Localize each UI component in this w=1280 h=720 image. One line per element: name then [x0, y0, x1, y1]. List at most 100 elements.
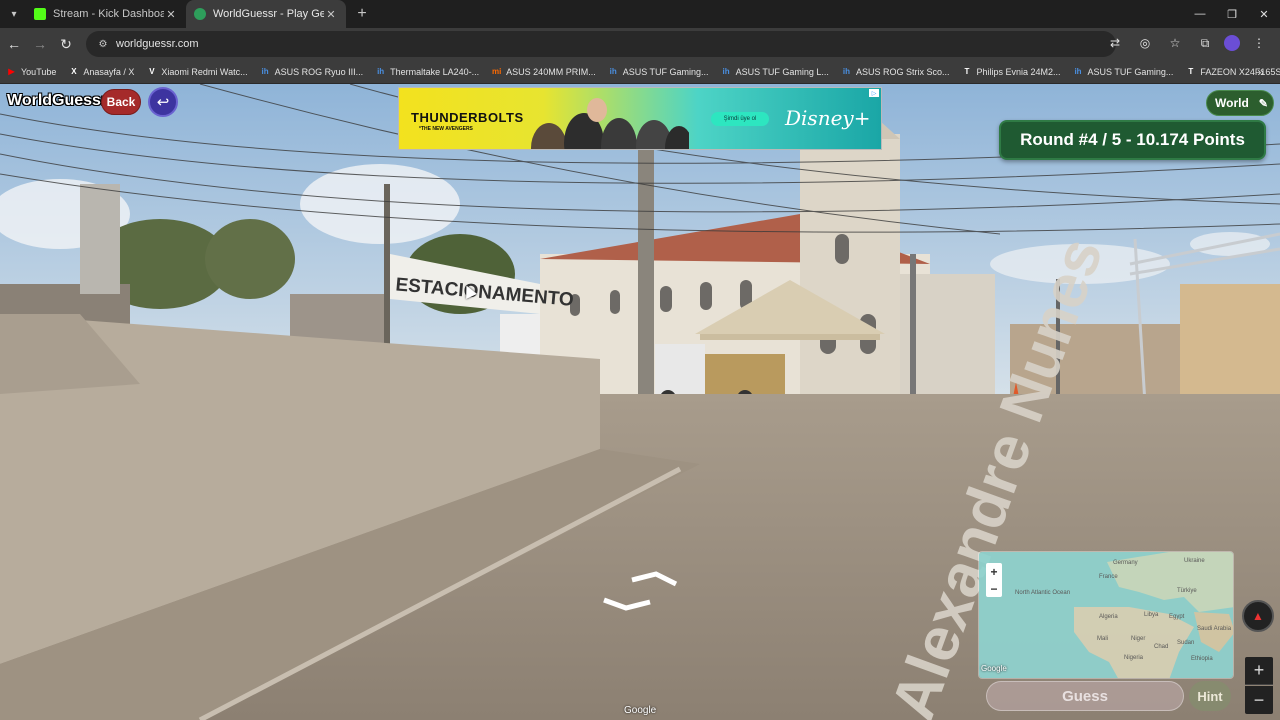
t-icon: T: [1188, 67, 1194, 76]
translate-icon[interactable]: ⇄: [1104, 32, 1126, 54]
map-label-libya: Libya: [1144, 612, 1159, 618]
bookmark-item[interactable]: T FAZEON X24F165S...: [1185, 66, 1280, 77]
map-label-nigeria: Nigeria: [1124, 655, 1144, 661]
x-icon: X: [71, 67, 77, 76]
bookmark-item[interactable]: ih ASUS TUF Gaming...: [1073, 66, 1174, 77]
map-label-sudan: Sudan: [1177, 640, 1195, 646]
zoom-out-icon[interactable]: −: [1245, 686, 1273, 714]
tab-close-icon[interactable]: ✕: [324, 8, 338, 21]
window-controls: — ❐ ✕: [1184, 0, 1280, 28]
map-label-turkiye: Türkiye: [1177, 588, 1197, 594]
bookmark-label: ASUS TUF Gaming L...: [735, 66, 829, 77]
bookmark-label: ASUS ROG Strix Sco...: [855, 66, 950, 77]
ad-subtitle: *THE NEW AVENGERS: [419, 126, 473, 132]
map-label-niger: Niger: [1131, 636, 1146, 642]
toolbar-actions: ⇄ ◎ ☆ ⧉ ⋮: [1104, 32, 1270, 54]
bookmark-label: ASUS 240MM PRIM...: [506, 66, 596, 77]
bookmark-label: ASUS ROG Ryuo III...: [274, 66, 364, 77]
map-mode-label: World: [1215, 96, 1249, 110]
ih-icon: ih: [1074, 67, 1082, 76]
youtube-icon: ▶: [8, 67, 15, 76]
bookmark-item[interactable]: ▶ YouTube: [6, 66, 56, 77]
bookmark-item[interactable]: V Xiaomi Redmi Watc...: [146, 66, 247, 77]
bookmark-item[interactable]: ih ASUS ROG Strix Sco...: [841, 66, 950, 77]
bookmark-label: Anasayfa / X: [83, 66, 135, 77]
bookmark-label: Thermaltake LA240-...: [390, 66, 480, 77]
ih-icon: ih: [261, 67, 269, 76]
star-icon[interactable]: ☆: [1164, 32, 1186, 54]
worldguessr-logo: WorldGuessr: [7, 92, 108, 109]
ih-icon: ih: [842, 67, 850, 76]
ih-icon: ih: [722, 67, 730, 76]
tab-strip: ▾ Stream - Kick Dashboard ✕ WorldGuessr …: [0, 0, 1280, 28]
site-info-icon[interactable]: ⚙: [96, 37, 110, 51]
mi-icon: mi: [492, 67, 502, 76]
bookmark-item[interactable]: ih Thermaltake LA240-...: [375, 66, 479, 77]
map-label-ocean: North Atlantic Ocean: [1015, 590, 1071, 596]
disney-plus-logo: Disney+: [785, 106, 871, 130]
adchoices-icon[interactable]: ▷: [869, 89, 879, 97]
tab-title: Stream - Kick Dashboard: [53, 8, 164, 20]
minimap-attribution: Google: [981, 664, 1007, 673]
bookmark-label: FAZEON X24F165S...: [1200, 66, 1280, 77]
minimap-zoom-in-icon[interactable]: +: [990, 565, 997, 579]
bookmarks-overflow-icon[interactable]: »: [1257, 65, 1264, 79]
ad-title: THUNDERBOLTS: [411, 110, 524, 125]
bookmark-label: Philips Evnia 24M2...: [976, 66, 1061, 77]
back-arrow-icon[interactable]: ←: [2, 32, 26, 56]
ad-cta-button[interactable]: Şimdi üye ol: [711, 112, 769, 126]
eye-off-icon[interactable]: ◎: [1134, 32, 1156, 54]
restore-icon[interactable]: ❐: [1216, 0, 1248, 28]
address-bar[interactable]: ⚙ worldguessr.com: [86, 31, 1116, 57]
compass-icon[interactable]: ▲: [1242, 600, 1274, 632]
map-label-germany: Germany: [1113, 560, 1138, 566]
url-text: worldguessr.com: [116, 38, 199, 50]
map-mode-button[interactable]: World ✎: [1206, 90, 1274, 116]
extensions-icon[interactable]: ⧉: [1194, 32, 1216, 54]
map-label-saudi-arabia: Saudi Arabia: [1197, 626, 1232, 632]
new-tab-icon[interactable]: +: [350, 5, 374, 23]
hint-button[interactable]: Hint: [1189, 681, 1231, 711]
kick-favicon-icon: [34, 8, 46, 20]
forward-arrow-icon[interactable]: →: [28, 32, 52, 56]
map-label-ethiopia: Ethiopia: [1191, 656, 1213, 662]
minimize-icon[interactable]: —: [1184, 0, 1216, 28]
bookmarks-bar: ▶ YouTube X Anasayfa / X V Xiaomi Redmi Watc.…: [0, 60, 1280, 84]
advertisement-banner[interactable]: THUNDERBOLTS *THE NEW AVENGERS Şimdi üye…: [398, 87, 882, 150]
ad-characters-image: [531, 98, 689, 149]
map-label-france: France: [1099, 574, 1118, 580]
minimap-zoom-out-icon[interactable]: −: [990, 582, 997, 596]
bookmark-item[interactable]: ih ASUS ROG Ryuo III...: [260, 66, 364, 77]
tab-worldguessr[interactable]: WorldGuessr - Play Geoguessr ✕: [186, 0, 346, 28]
v-icon: V: [149, 67, 155, 76]
tab-title: WorldGuessr - Play Geoguessr: [213, 8, 324, 20]
bookmark-label: ASUS TUF Gaming...: [1087, 66, 1174, 77]
map-label-ukraine: Ukraine: [1184, 558, 1205, 564]
bookmark-item[interactable]: X Anasayfa / X: [68, 66, 134, 77]
street-view[interactable]: ESTACIONAMENTO Alexandre Nunes WorldGues…: [0, 84, 1280, 720]
back-button[interactable]: Back: [101, 89, 141, 115]
bookmark-item[interactable]: ih ASUS TUF Gaming...: [608, 66, 709, 77]
menu-icon[interactable]: ⋮: [1248, 32, 1270, 54]
ih-icon: ih: [377, 67, 385, 76]
bookmark-label: Xiaomi Redmi Watc...: [161, 66, 248, 77]
minimap-zoom-control: + −: [986, 563, 1002, 597]
bookmark-label: YouTube: [21, 66, 57, 77]
reload-icon[interactable]: ↻: [54, 32, 78, 56]
zoom-in-icon[interactable]: +: [1245, 657, 1273, 685]
bookmark-item[interactable]: T Philips Evnia 24M2...: [961, 66, 1061, 77]
avatar[interactable]: [1224, 35, 1240, 51]
tab-close-icon[interactable]: ✕: [164, 8, 178, 21]
tab-search-icon[interactable]: ▾: [2, 2, 26, 26]
worldguessr-favicon-icon: [194, 8, 206, 20]
guess-minimap[interactable]: North Atlantic Ocean Germany Ukraine Fra…: [978, 551, 1234, 679]
tab-kick-dashboard[interactable]: Stream - Kick Dashboard ✕: [26, 0, 186, 28]
close-window-icon[interactable]: ✕: [1248, 0, 1280, 28]
guess-button[interactable]: Guess: [986, 681, 1184, 711]
bookmark-item[interactable]: ih ASUS TUF Gaming L...: [721, 66, 829, 77]
map-label-mali: Mali: [1097, 636, 1109, 642]
bookmark-item[interactable]: mi ASUS 240MM PRIM...: [491, 66, 596, 77]
return-to-start-icon[interactable]: ↩: [148, 87, 178, 117]
t-icon: T: [964, 67, 970, 76]
map-label-algeria: Algeria: [1099, 614, 1118, 620]
